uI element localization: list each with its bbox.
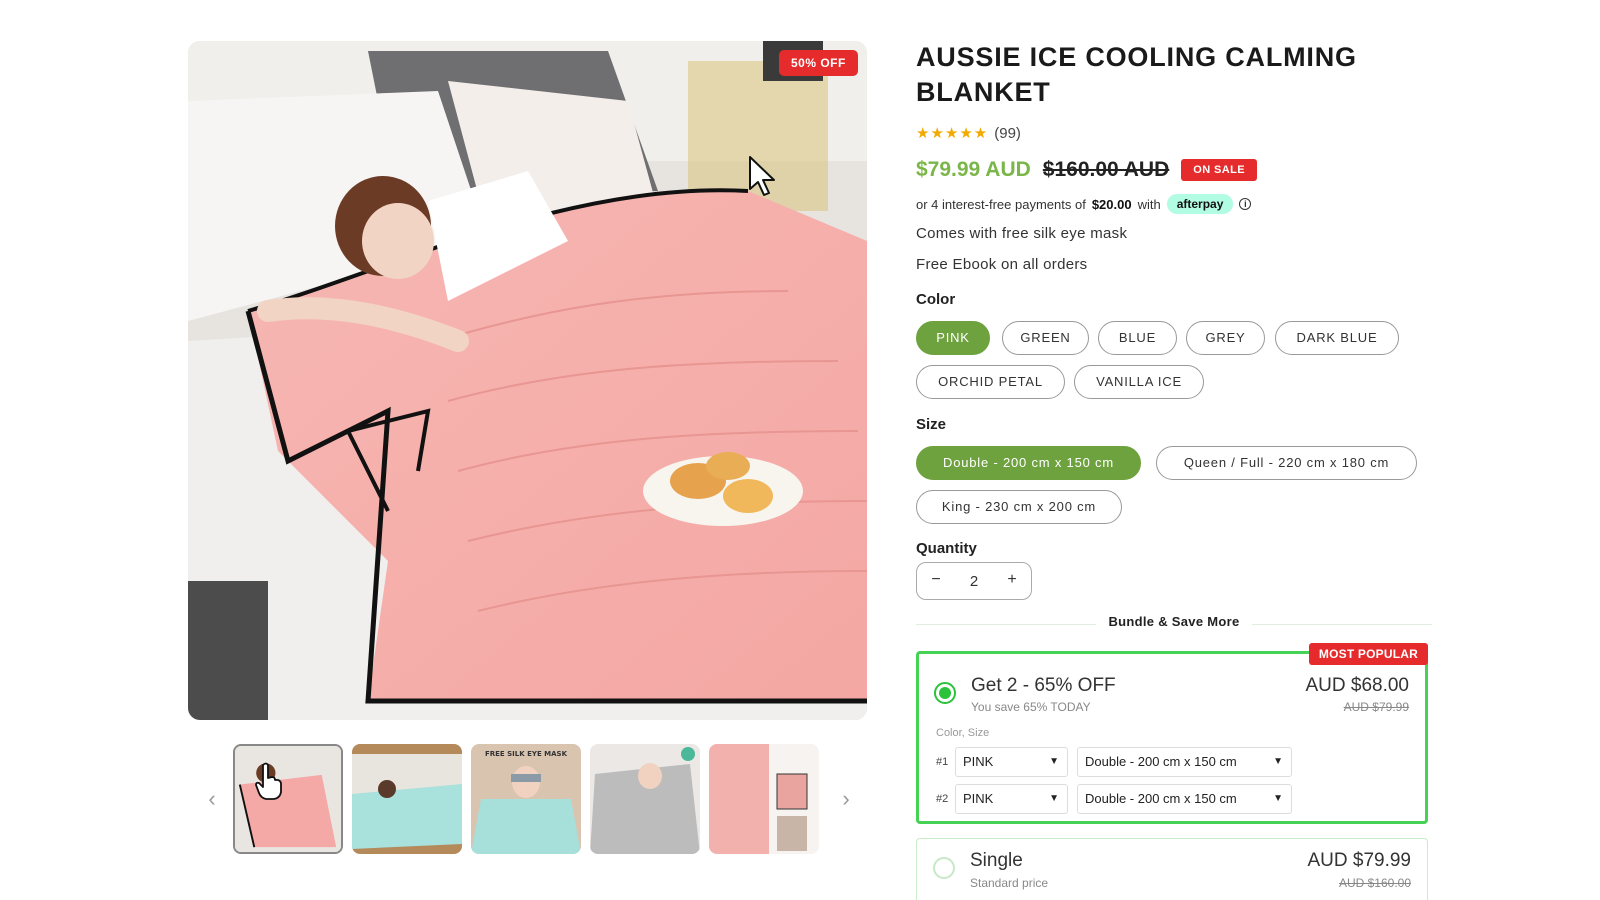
thumbnail-strip: ‹ FREE SILK EYE MASK › <box>188 744 867 854</box>
color-option-vanilla-ice[interactable]: VANILLA ICE <box>1074 365 1204 399</box>
quantity-minus-button[interactable]: − <box>917 563 955 599</box>
bundle-offer-single[interactable]: Single Standard price AUD $79.99 AUD $16… <box>916 838 1428 900</box>
thumbnail-2[interactable] <box>352 744 462 854</box>
on-sale-badge: ON SALE <box>1181 159 1257 181</box>
offer-price: AUD $79.99 <box>1307 850 1411 871</box>
thumbnail-3[interactable]: FREE SILK EYE MASK <box>471 744 581 854</box>
color-option-orchid-petal[interactable]: ORCHID PETAL <box>916 365 1065 399</box>
thumb-next-arrow-icon[interactable]: › <box>836 784 856 814</box>
variant-label: Color, Size <box>936 727 990 739</box>
bundle-offer-get-2[interactable]: MOST POPULAR Get 2 - 65% OFF You save 65… <box>916 643 1428 824</box>
bundle-heading: Bundle & Save More <box>916 614 1432 629</box>
discount-badge: 50% OFF <box>779 50 858 76</box>
variant-row-number: #1 <box>936 756 949 768</box>
color-label: Color <box>916 291 956 308</box>
size-option-double[interactable]: Double - 200 cm x 150 cm <box>916 446 1141 480</box>
sale-price: $79.99 AUD <box>916 158 1031 181</box>
offer-subtitle: Standard price <box>970 876 1049 890</box>
afterpay-prefix: or 4 interest-free payments of <box>916 196 1086 212</box>
afterpay-logo: afterpay <box>1166 194 1234 214</box>
quantity-stepper: − 2 + <box>916 562 1032 600</box>
size-label: Size <box>916 416 947 433</box>
bundle-radio-single[interactable] <box>933 857 955 879</box>
variant-2-size-select[interactable]: Double - 200 cm x 150 cm ▼ <box>1077 784 1292 814</box>
variant-2-color-select[interactable]: PINK ▼ <box>955 784 1068 814</box>
review-count[interactable]: (99) <box>994 125 1021 142</box>
thumbnail-5[interactable] <box>709 744 819 854</box>
chevron-down-icon: ▼ <box>1049 756 1059 767</box>
offer-compare-price: AUD $160.00 <box>1338 876 1411 890</box>
chevron-down-icon: ▼ <box>1273 756 1283 767</box>
quantity-input[interactable]: 2 <box>955 573 993 590</box>
offer-title: Get 2 - 65% OFF <box>971 675 1116 696</box>
bundle-radio-get-2[interactable] <box>934 682 956 704</box>
quantity-label: Quantity <box>916 540 977 557</box>
color-option-blue[interactable]: BLUE <box>1098 321 1177 355</box>
info-icon[interactable]: i <box>1239 198 1252 210</box>
offer-compare-price: AUD $79.99 <box>1343 700 1409 714</box>
offer-price: AUD $68.00 <box>1305 675 1409 696</box>
price-row: $79.99 AUD $160.00 AUD ON SALE <box>916 158 1257 182</box>
offer-subtitle: You save 65% TODAY <box>971 700 1091 714</box>
color-option-green[interactable]: GREEN <box>1002 321 1089 355</box>
compare-price: $160.00 AUD <box>1042 158 1170 181</box>
offer-title: Single <box>970 850 1023 871</box>
size-option-king[interactable]: King - 230 cm x 200 cm <box>916 490 1122 524</box>
thumb-prev-arrow-icon[interactable]: ‹ <box>202 784 222 814</box>
perk-eye-mask: Comes with free silk eye mask <box>916 225 1128 242</box>
color-option-grey[interactable]: GREY <box>1186 321 1265 355</box>
chevron-down-icon: ▼ <box>1273 793 1283 804</box>
color-option-pink[interactable]: PINK <box>916 321 990 355</box>
chevron-down-icon: ▼ <box>1049 793 1059 804</box>
thumbnail-3-caption: FREE SILK EYE MASK <box>485 750 568 758</box>
thumbnail-4[interactable] <box>590 744 700 854</box>
afterpay-info: or 4 interest-free payments of $20.00 wi… <box>916 194 1252 214</box>
afterpay-with: with <box>1137 196 1161 212</box>
variant-1-size-select[interactable]: Double - 200 cm x 150 cm ▼ <box>1077 747 1292 777</box>
rating[interactable]: ★★★★★ (99) <box>916 124 1021 143</box>
size-option-queen[interactable]: Queen / Full - 220 cm x 180 cm <box>1156 446 1417 480</box>
variant-1-color-select[interactable]: PINK ▼ <box>955 747 1068 777</box>
product-title: AUSSIE ICE COOLING CALMING BLANKET <box>916 42 1357 107</box>
perk-ebook: Free Ebook on all orders <box>916 256 1088 273</box>
color-option-dark-blue[interactable]: DARK BLUE <box>1275 321 1399 355</box>
afterpay-amount: $20.00 <box>1091 196 1132 212</box>
quantity-plus-button[interactable]: + <box>993 563 1031 599</box>
variant-row-number: #2 <box>936 793 949 805</box>
product-main-image[interactable] <box>188 41 867 720</box>
star-rating-icon: ★★★★★ <box>916 125 989 142</box>
most-popular-badge: MOST POPULAR <box>1308 643 1428 665</box>
thumbnail-1[interactable] <box>233 744 343 854</box>
